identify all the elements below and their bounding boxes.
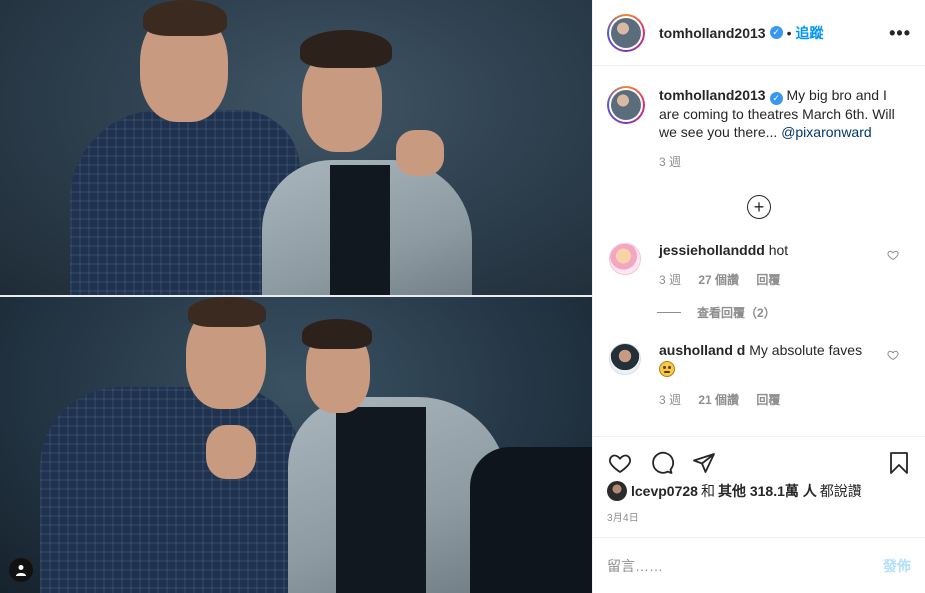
header-separator: • bbox=[786, 24, 792, 41]
comments-section[interactable]: tomholland2013 ✓ My big bro and I are com… bbox=[593, 66, 925, 436]
comment-likes[interactable]: 27 個讚 bbox=[698, 273, 739, 287]
instagram-post: tomholland2013 ✓ • 追蹤 ••• tomholland2013… bbox=[0, 0, 925, 593]
caption-body: tomholland2013 ✓ My big bro and I are com… bbox=[659, 86, 904, 171]
load-more-comments[interactable]: + bbox=[607, 194, 911, 219]
figure-right-tee-bottom bbox=[336, 407, 426, 593]
figure-left-hand-bottom bbox=[206, 425, 256, 479]
post-caption: tomholland2013 ✓ My big bro and I are com… bbox=[607, 66, 911, 171]
caption-meta: 3 週 bbox=[659, 153, 904, 171]
comment-likes[interactable]: 21 個讚 bbox=[698, 393, 739, 407]
figure-left-hair-bottom bbox=[188, 297, 266, 327]
expressionless-face-emoji-icon bbox=[659, 360, 675, 377]
figure-right-hair bbox=[300, 30, 392, 68]
figure-right-hair-bottom bbox=[302, 319, 372, 349]
photo-bottom bbox=[0, 297, 592, 593]
follow-button[interactable]: 追蹤 bbox=[796, 23, 824, 43]
comment-body: jessiehollanddd hot 3 週 27 個讚 回覆 bbox=[659, 241, 887, 288]
figure-right-tee bbox=[330, 165, 390, 295]
add-comment-bar: 發佈 bbox=[593, 537, 925, 593]
comment-username[interactable]: ausholland d bbox=[659, 342, 745, 358]
post-media[interactable] bbox=[0, 0, 592, 593]
comment-avatar[interactable] bbox=[609, 242, 641, 275]
comment-item: ausholland d My absolute faves 3 週 21 個讚… bbox=[607, 341, 911, 408]
comment-like-heart-icon[interactable] bbox=[887, 349, 899, 361]
verified-badge-icon: ✓ bbox=[769, 26, 783, 39]
comment-body: ausholland d My absolute faves 3 週 21 個讚… bbox=[659, 341, 887, 408]
figure-left-shirt-bottom bbox=[40, 387, 300, 593]
comment-time[interactable]: 3 週 bbox=[659, 393, 681, 407]
caption-mention-link[interactable]: @pixaronward bbox=[781, 124, 871, 140]
liker-avatar[interactable] bbox=[607, 481, 627, 501]
comment-input[interactable] bbox=[607, 557, 883, 574]
plus-circle-icon[interactable]: + bbox=[747, 194, 771, 219]
post-header: tomholland2013 ✓ • 追蹤 ••• bbox=[593, 0, 925, 66]
caption-time[interactable]: 3 週 bbox=[659, 155, 681, 169]
comment-line: jessiehollanddd hot bbox=[659, 241, 887, 259]
author-avatar-image bbox=[611, 17, 641, 48]
post-date[interactable]: 3月4日 bbox=[607, 509, 911, 524]
author-avatar[interactable] bbox=[607, 13, 645, 52]
post-comment-button[interactable]: 發佈 bbox=[883, 556, 911, 576]
caption-verified-badge-icon: ✓ bbox=[769, 91, 783, 105]
comment-line: ausholland d My absolute faves bbox=[659, 341, 887, 359]
view-replies-button[interactable]: 查看回覆（2） bbox=[657, 304, 911, 321]
caption-author-avatar[interactable] bbox=[607, 86, 645, 124]
post-side-panel: tomholland2013 ✓ • 追蹤 ••• tomholland2013… bbox=[592, 0, 925, 593]
likes-and: 和 bbox=[700, 483, 715, 499]
likes-summary: lcevp0728 和 其他 318.1萬 人 都說讚 bbox=[607, 481, 911, 501]
comment-bubble-icon[interactable] bbox=[649, 451, 675, 475]
replies-line bbox=[657, 311, 681, 313]
action-bar bbox=[607, 437, 911, 485]
comment-meta: 3 週 27 個讚 回覆 bbox=[659, 271, 887, 288]
comment-time[interactable]: 3 週 bbox=[659, 273, 681, 287]
comment-text: hot bbox=[768, 241, 789, 258]
post-actions-area: lcevp0728 和 其他 318.1萬 人 都說讚 3月4日 bbox=[593, 436, 925, 537]
figure-right-legs-bottom bbox=[470, 447, 592, 593]
caption-username[interactable]: tomholland2013 bbox=[659, 87, 766, 103]
comment-item: jessiehollanddd hot 3 週 27 個讚 回覆 bbox=[607, 241, 911, 288]
figure-left-hair bbox=[143, 0, 227, 36]
comment-reply-button[interactable]: 回覆 bbox=[756, 273, 780, 287]
save-bookmark-icon[interactable] bbox=[887, 451, 911, 475]
caption-author-avatar-image bbox=[611, 90, 641, 120]
likes-suffix: 都說讚 bbox=[819, 483, 862, 499]
comment-meta: 3 週 21 個讚 回覆 bbox=[659, 391, 887, 408]
likes-others-count[interactable]: 其他 318.1萬 人 bbox=[718, 481, 817, 501]
comment-like-heart-icon[interactable] bbox=[887, 249, 899, 261]
author-username[interactable]: tomholland2013 bbox=[659, 25, 766, 41]
view-replies-label[interactable]: 查看回覆（2） bbox=[697, 304, 776, 321]
comment-username[interactable]: jessiehollanddd bbox=[659, 242, 765, 258]
photo-top bbox=[0, 0, 592, 296]
comment-emoji-line bbox=[659, 359, 887, 381]
share-paper-plane-icon[interactable] bbox=[691, 451, 717, 475]
first-liker-username[interactable]: lcevp0728 bbox=[631, 483, 698, 499]
user-tag-icon[interactable] bbox=[9, 558, 33, 582]
comment-reply-button[interactable]: 回覆 bbox=[756, 393, 780, 407]
figure-left-hand bbox=[396, 130, 444, 176]
comment-text: My absolute faves bbox=[749, 341, 863, 358]
comment-avatar[interactable] bbox=[609, 342, 641, 375]
more-options-icon[interactable]: ••• bbox=[889, 24, 911, 42]
like-heart-icon[interactable] bbox=[607, 451, 633, 475]
